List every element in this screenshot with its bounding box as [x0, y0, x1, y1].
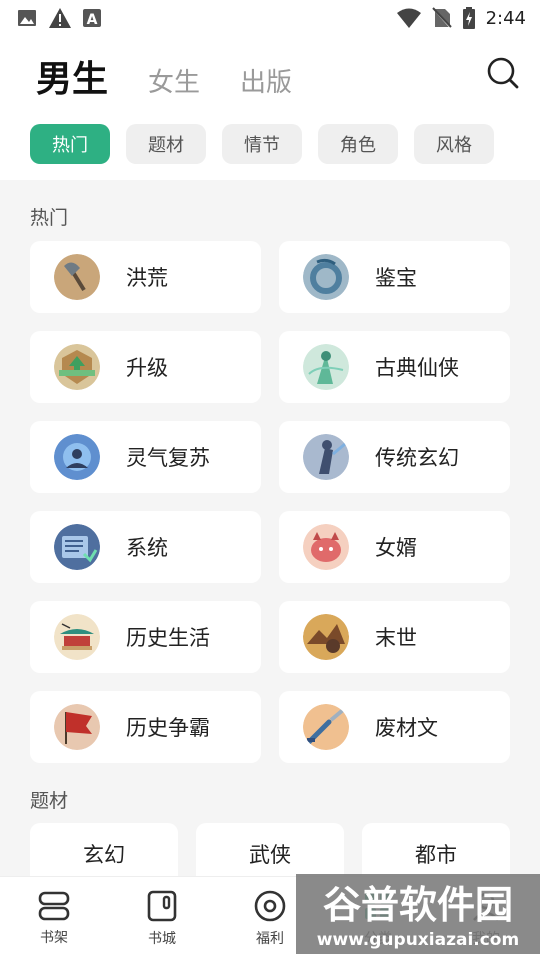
genre-label: 系统 — [126, 536, 168, 560]
tab-publish[interactable]: 出版 — [240, 62, 292, 99]
watermark-logo: 谷普软件园 www.gupuxiazai.com — [296, 874, 540, 954]
genre-label: 鉴宝 — [375, 266, 417, 290]
chip-style[interactable]: 风格 — [414, 124, 494, 164]
search-icon[interactable] — [486, 56, 520, 90]
warning-icon — [49, 8, 71, 28]
chip-role[interactable]: 角色 — [318, 124, 398, 164]
category-chips: 热门 题材 情节 角色 风格 — [30, 124, 494, 164]
content-area[interactable]: 热门 洪荒 鉴宝 升级 古典仙侠 灵气复苏 传统玄幻 系统 女婿 历史生活 末世… — [0, 180, 540, 876]
apocalypse-icon — [303, 614, 349, 660]
image-notification-icon — [18, 10, 36, 26]
genre-label: 历史生活 — [126, 626, 210, 650]
genre-label: 末世 — [375, 626, 417, 650]
genre-label: 灵气复苏 — [126, 446, 210, 470]
nav-bookstore[interactable]: 书城 — [108, 877, 216, 960]
chip-plot[interactable]: 情节 — [222, 124, 302, 164]
war-flag-icon — [54, 704, 100, 750]
system-panel-icon — [54, 524, 100, 570]
mask-icon — [303, 524, 349, 570]
nav-label: 福利 — [256, 931, 284, 947]
genre-card[interactable]: 历史争霸 — [30, 691, 261, 763]
genre-card[interactable]: 升级 — [30, 331, 261, 403]
status-bar: A 2:44 — [0, 0, 540, 36]
section-title-hot: 热门 — [30, 207, 69, 229]
app-notification-icon: A — [83, 9, 101, 28]
genre-label: 女婿 — [375, 536, 417, 560]
genre-card[interactable]: 传统玄幻 — [279, 421, 510, 493]
battery-icon — [462, 7, 475, 29]
genre-label: 历史争霸 — [126, 716, 210, 740]
genre-card[interactable]: 历史生活 — [30, 601, 261, 673]
theme-card[interactable]: 武侠 — [196, 823, 344, 876]
chip-hot[interactable]: 热门 — [30, 124, 110, 164]
chip-theme[interactable]: 题材 — [126, 124, 206, 164]
broken-sword-icon — [303, 704, 349, 750]
main-tabs: 男生 女生 出版 — [36, 50, 292, 102]
theme-grid: 玄幻 武侠 都市 — [30, 823, 510, 876]
watermark-url: www.gupuxiazai.com — [317, 930, 519, 950]
nav-bookshelf[interactable]: 书架 — [0, 877, 108, 960]
genre-card[interactable]: 古典仙侠 — [279, 331, 510, 403]
genre-label: 古典仙侠 — [375, 356, 459, 380]
genre-card[interactable]: 系统 — [30, 511, 261, 583]
welfare-icon — [254, 890, 286, 922]
genre-card[interactable]: 洪荒 — [30, 241, 261, 313]
genre-card[interactable]: 灵气复苏 — [30, 421, 261, 493]
genre-card[interactable]: 鉴宝 — [279, 241, 510, 313]
tab-female[interactable]: 女生 — [148, 62, 200, 99]
palace-icon — [54, 614, 100, 660]
app-screen: A 2:44 男生 女生 出版 热门 题材 情节 角色 风格 热门 洪荒 鉴宝 … — [0, 0, 540, 960]
genre-label: 废材文 — [375, 716, 438, 740]
header: 男生 女生 出版 热门 题材 情节 角色 风格 — [0, 36, 540, 180]
nav-label: 书城 — [148, 931, 176, 947]
tab-male[interactable]: 男生 — [36, 50, 108, 102]
genre-card[interactable]: 末世 — [279, 601, 510, 673]
bookstore-icon — [147, 890, 177, 922]
genre-card[interactable]: 女婿 — [279, 511, 510, 583]
jade-ring-icon — [303, 254, 349, 300]
immortal-icon — [303, 344, 349, 390]
watermark-title: 谷普软件园 — [323, 883, 513, 927]
theme-card[interactable]: 玄幻 — [30, 823, 178, 876]
genre-label: 升级 — [126, 356, 168, 380]
level-up-icon — [54, 344, 100, 390]
svg-text:A: A — [87, 12, 98, 28]
hot-grid: 洪荒 鉴宝 升级 古典仙侠 灵气复苏 传统玄幻 系统 女婿 历史生活 末世 历史… — [30, 241, 510, 763]
status-time: 2:44 — [485, 7, 526, 29]
wifi-icon — [396, 8, 421, 28]
theme-card[interactable]: 都市 — [362, 823, 510, 876]
section-title-theme: 题材 — [30, 790, 69, 812]
genre-label: 传统玄幻 — [375, 446, 459, 470]
genre-label: 洪荒 — [126, 266, 168, 290]
meditation-icon — [54, 434, 100, 480]
axe-icon — [54, 254, 100, 300]
warrior-icon — [303, 434, 349, 480]
bookshelf-icon — [38, 891, 70, 921]
nav-label: 书架 — [40, 930, 68, 946]
no-sim-icon — [431, 7, 452, 29]
genre-card[interactable]: 废材文 — [279, 691, 510, 763]
